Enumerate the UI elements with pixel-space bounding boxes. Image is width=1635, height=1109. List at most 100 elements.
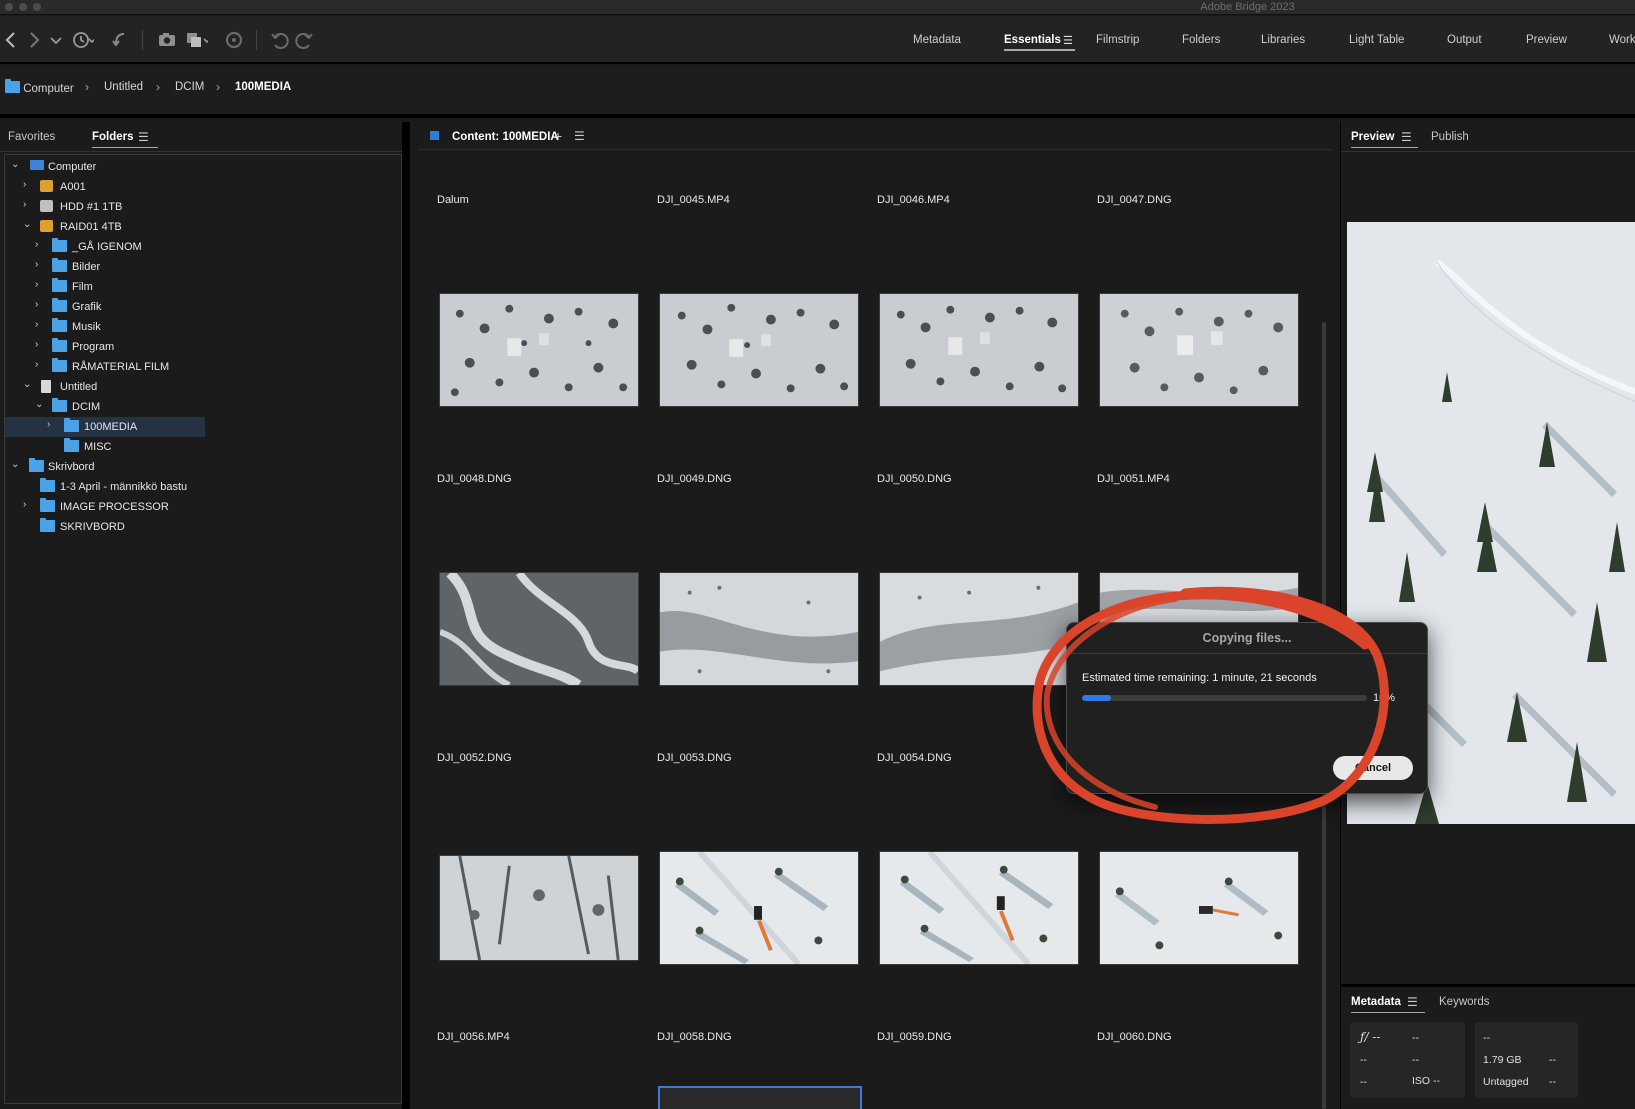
- file-name[interactable]: DJI_0045.MP4: [657, 194, 730, 206]
- chevron-right-icon[interactable]: ›: [23, 199, 33, 210]
- workspace-filmstrip[interactable]: Filmstrip: [1096, 34, 1139, 46]
- tree-item-film[interactable]: › Film: [5, 277, 401, 297]
- tree-item-hdd1[interactable]: › HDD #1 1TB: [5, 197, 401, 217]
- tree-item-program[interactable]: › Program: [5, 337, 401, 357]
- chevron-down-icon[interactable]: ⌄: [11, 159, 21, 170]
- tree-item-a001[interactable]: › A001: [5, 177, 401, 197]
- tab-preview[interactable]: Preview: [1351, 131, 1420, 148]
- file-name[interactable]: DJI_0059.DNG: [877, 1031, 952, 1043]
- workspace-libraries[interactable]: Libraries: [1261, 34, 1305, 46]
- tree-item-100media[interactable]: › 100MEDIA: [5, 417, 205, 437]
- thumbnail[interactable]: [879, 572, 1079, 686]
- chevron-right-icon[interactable]: ›: [35, 319, 45, 330]
- tree-item-untitled[interactable]: ⌄ Untitled: [5, 377, 401, 397]
- chevron-right-icon[interactable]: ›: [35, 339, 45, 350]
- chevron-right-icon[interactable]: ›: [35, 279, 45, 290]
- tab-keywords[interactable]: Keywords: [1439, 996, 1490, 1008]
- panel-menu-icon[interactable]: ☰: [1407, 995, 1418, 1009]
- thumbnail[interactable]: [659, 572, 859, 686]
- file-name[interactable]: DJI_0060.DNG: [1097, 1031, 1172, 1043]
- back-icon[interactable]: [0, 28, 24, 52]
- file-name[interactable]: DJI_0051.MP4: [1097, 473, 1170, 485]
- chevron-right-icon[interactable]: ›: [23, 499, 33, 510]
- photo-downloader-icon[interactable]: [222, 28, 246, 52]
- file-name[interactable]: DJI_0046.MP4: [877, 194, 950, 206]
- thumbnail[interactable]: [439, 572, 639, 686]
- file-name[interactable]: DJI_0054.DNG: [877, 752, 952, 764]
- rotate-right-icon[interactable]: [292, 28, 316, 52]
- tab-folders[interactable]: Folders: [92, 131, 157, 148]
- tree-item-ga-igenom[interactable]: › _GÅ IGENOM: [5, 237, 401, 257]
- rotate-left-icon[interactable]: [268, 28, 292, 52]
- file-name[interactable]: DJI_0056.MP4: [437, 1031, 510, 1043]
- thumbnail[interactable]: [1099, 851, 1299, 965]
- chevron-down-icon[interactable]: ⌄: [35, 399, 45, 410]
- panel-menu-icon[interactable]: ☰: [1401, 130, 1412, 144]
- thumbnail[interactable]: [659, 293, 859, 407]
- workspace-menu-icon[interactable]: ☰: [1063, 34, 1073, 47]
- thumbnail[interactable]: [439, 855, 639, 961]
- workspace-output[interactable]: Output: [1447, 34, 1482, 46]
- tab-metadata[interactable]: Metadata: [1351, 996, 1425, 1013]
- chevron-down-icon[interactable]: ⌄: [23, 379, 33, 390]
- tree-item-bilder[interactable]: › Bilder: [5, 257, 401, 277]
- tree-item-label: Film: [72, 281, 93, 293]
- workspace-essentials[interactable]: Essentials: [1004, 34, 1075, 51]
- file-name[interactable]: DJI_0058.DNG: [657, 1031, 732, 1043]
- tree-item-misc[interactable]: MISC: [5, 437, 401, 457]
- workspace-metadata[interactable]: Metadata: [913, 34, 961, 46]
- chevron-down-icon[interactable]: ⌄: [11, 459, 21, 470]
- forward-icon[interactable]: [22, 28, 46, 52]
- thumbnail[interactable]: [659, 851, 859, 965]
- breadcrumb-100media[interactable]: 100MEDIA: [235, 81, 291, 93]
- tree-item-1-3-april[interactable]: 1-3 April - männikkö bastu: [5, 477, 401, 497]
- tab-favorites[interactable]: Favorites: [8, 131, 55, 143]
- panel-menu-icon[interactable]: ☰: [574, 129, 585, 143]
- chevron-right-icon[interactable]: ›: [35, 299, 45, 310]
- thumbnail[interactable]: [879, 851, 1079, 965]
- chevron-right-icon[interactable]: ›: [35, 259, 45, 270]
- tree-item-grafik[interactable]: › Grafik: [5, 297, 401, 317]
- cancel-button[interactable]: Cancel: [1333, 756, 1413, 780]
- breadcrumb-computer[interactable]: Computer: [5, 79, 74, 95]
- breadcrumb-dcim[interactable]: DCIM: [175, 81, 204, 93]
- workspace-folders[interactable]: Folders: [1182, 34, 1220, 46]
- tree-item-skrivbord[interactable]: ⌄ Skrivbord: [5, 457, 401, 477]
- chevron-right-icon[interactable]: ›: [35, 239, 45, 250]
- breadcrumb-untitled[interactable]: Untitled: [104, 81, 143, 93]
- tree-item-raid01[interactable]: ⌄ RAID01 4TB: [5, 217, 401, 237]
- thumbnail[interactable]: [1099, 293, 1299, 407]
- workspace-work[interactable]: Work: [1609, 34, 1635, 46]
- recent-history-icon[interactable]: [70, 28, 96, 52]
- tree-item-dcim[interactable]: ⌄ DCIM: [5, 397, 401, 417]
- chevron-right-icon[interactable]: ›: [47, 419, 57, 430]
- workspace-preview[interactable]: Preview: [1526, 34, 1567, 46]
- file-name[interactable]: DJI_0053.DNG: [657, 752, 732, 764]
- chevron-down-icon[interactable]: ⌄: [23, 219, 33, 230]
- tree-item-image-processor[interactable]: › IMAGE PROCESSOR: [5, 497, 401, 517]
- tab-publish[interactable]: Publish: [1431, 131, 1469, 143]
- selected-thumbnail[interactable]: [658, 1086, 862, 1109]
- file-name[interactable]: DJI_0050.DNG: [877, 473, 952, 485]
- file-name[interactable]: DJI_0048.DNG: [437, 473, 512, 485]
- camera-download-icon[interactable]: [156, 28, 180, 52]
- refine-icon[interactable]: [184, 28, 211, 52]
- chevron-right-icon[interactable]: ›: [35, 359, 45, 370]
- chevron-down-icon[interactable]: [44, 28, 68, 52]
- file-name[interactable]: DJI_0049.DNG: [657, 473, 732, 485]
- tree-item-computer[interactable]: ⌄ Computer: [5, 157, 401, 177]
- return-to-app-icon[interactable]: [108, 28, 132, 52]
- add-tab-icon[interactable]: +: [554, 128, 562, 144]
- thumbnail[interactable]: [439, 293, 639, 407]
- panel-menu-icon[interactable]: ☰: [138, 130, 149, 144]
- chevron-right-icon[interactable]: ›: [23, 179, 33, 190]
- tree-item-musik[interactable]: › Musik: [5, 317, 401, 337]
- workspace-light-table[interactable]: Light Table: [1349, 34, 1404, 46]
- tree-item-skrivbord-sub[interactable]: SKRIVBORD: [5, 517, 401, 537]
- file-name[interactable]: DJI_0047.DNG: [1097, 194, 1172, 206]
- tree-item-label: DCIM: [72, 401, 101, 413]
- file-name[interactable]: Dalum: [437, 194, 469, 206]
- thumbnail[interactable]: [879, 293, 1079, 407]
- file-name[interactable]: DJI_0052.DNG: [437, 752, 512, 764]
- tree-item-ramaterial-film[interactable]: › RÅMATERIAL FILM: [5, 357, 401, 377]
